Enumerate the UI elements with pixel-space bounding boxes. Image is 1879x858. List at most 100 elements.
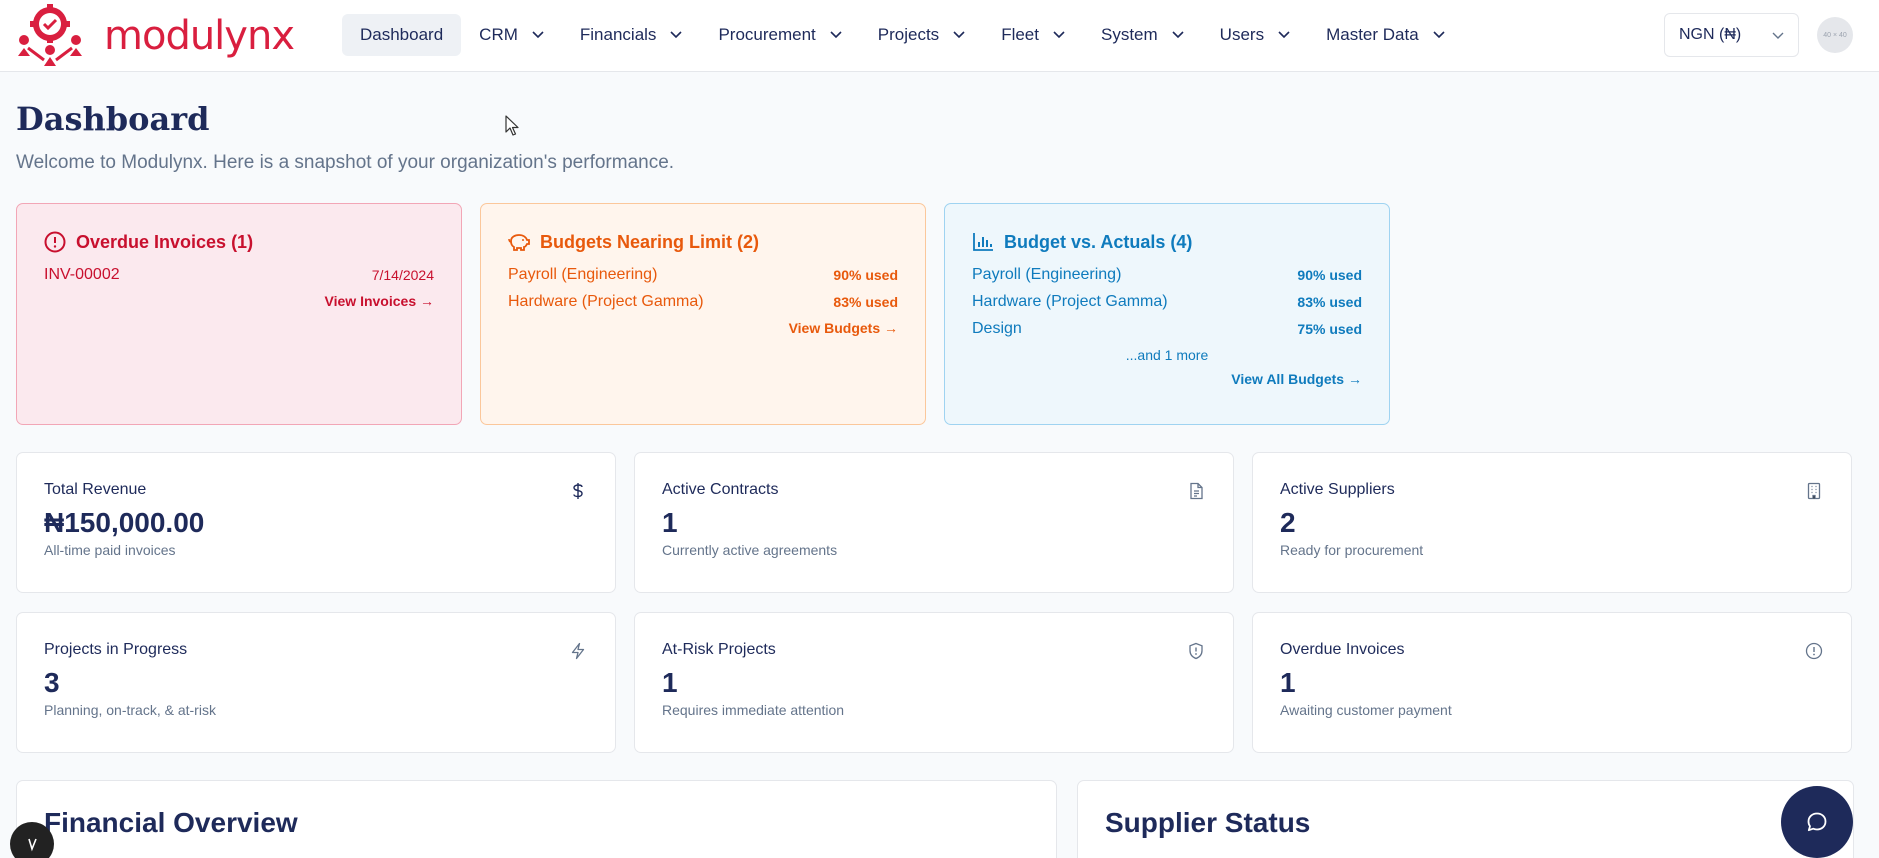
alert-title: Budgets Nearing Limit (2): [540, 231, 760, 252]
stat-title: Total Revenue: [44, 481, 147, 498]
alert-row[interactable]: Hardware (Project Gamma) 83% used: [972, 291, 1362, 312]
alert-circle-icon: [1805, 642, 1823, 660]
currency-select[interactable]: NGN (₦): [1664, 13, 1799, 57]
chevron-down-icon: [830, 31, 842, 39]
stat-value: 1: [662, 667, 678, 698]
budget-usage: 75% used: [1297, 320, 1362, 337]
alert-header: Overdue Invoices (1): [44, 230, 434, 254]
stat-note: All-time paid invoices: [44, 541, 176, 558]
nav-item-fleet[interactable]: Fleet: [983, 14, 1083, 56]
dollar-icon: [573, 483, 583, 499]
stat-value: 1: [1280, 667, 1296, 698]
mouse-cursor-icon: [505, 115, 519, 136]
nav-label: Dashboard: [360, 25, 444, 44]
view-invoices-link[interactable]: View Invoices →: [44, 293, 434, 309]
nav-label: Master Data: [1326, 25, 1419, 44]
panel-title: Financial Overview: [44, 807, 298, 838]
document-icon: [1190, 482, 1203, 500]
stat-note: Ready for procurement: [1280, 541, 1424, 558]
stat-card-overdue-invoices[interactable]: Overdue Invoices 1 Awaiting customer pay…: [1252, 612, 1852, 753]
stat-card-projects-in-progress[interactable]: Projects in Progress 3 Planning, on-trac…: [16, 612, 616, 753]
alert-row[interactable]: Design 75% used: [972, 318, 1362, 339]
budget-usage: 83% used: [833, 293, 898, 310]
budget-name: Design: [972, 319, 1022, 337]
chevron-down-icon: [1278, 31, 1290, 39]
page-subtitle: Welcome to Modulynx. Here is a snapshot …: [16, 152, 675, 173]
page-title: Dashboard: [16, 100, 210, 138]
chevron-down-icon: [532, 31, 544, 39]
chevron-down-icon: [1433, 31, 1445, 39]
chat-button[interactable]: [1781, 786, 1853, 858]
lightning-icon: [571, 642, 585, 660]
nav-label: Projects: [877, 25, 940, 44]
alert-circle-icon: [44, 231, 66, 253]
budget-usage: 90% used: [1297, 266, 1362, 283]
nav-item-users[interactable]: Users: [1202, 14, 1308, 56]
avatar-placeholder-text: 40 × 40: [1823, 31, 1847, 39]
stat-value: 3: [44, 667, 60, 698]
bar-chart-icon: [973, 233, 993, 251]
stat-card-active-suppliers[interactable]: Active Suppliers 2 Ready for procurement: [1252, 452, 1852, 593]
alert-title: Budget vs. Actuals (4): [1004, 231, 1193, 252]
budget-name: Hardware (Project Gamma): [972, 292, 1168, 310]
nav-item-financials[interactable]: Financials: [562, 14, 701, 56]
nav-item-system[interactable]: System: [1083, 14, 1202, 56]
nav-item-crm[interactable]: CRM: [461, 14, 562, 56]
stat-card-total-revenue[interactable]: Total Revenue ₦150,000.00 All-time paid …: [16, 452, 616, 593]
stat-title: Active Contracts: [662, 481, 779, 498]
stat-card-at-risk-projects[interactable]: At-Risk Projects 1 Requires immediate at…: [634, 612, 1234, 753]
stat-note: Awaiting customer payment: [1280, 701, 1452, 718]
view-budgets-link[interactable]: View Budgets →: [508, 320, 898, 336]
avatar[interactable]: 40 × 40: [1817, 17, 1853, 53]
top-navigation-bar: modulynx Dashboard CRM Financials Procur…: [0, 0, 1879, 72]
nav-label: System: [1100, 25, 1158, 44]
nav-item-procurement[interactable]: Procurement: [700, 14, 859, 56]
nav-label: Users: [1219, 25, 1265, 44]
budget-name: Payroll (Engineering): [972, 265, 1122, 283]
stat-value: 1: [662, 507, 678, 538]
stat-card-active-contracts[interactable]: Active Contracts 1 Currently active agre…: [634, 452, 1234, 593]
budget-name: Hardware (Project Gamma): [508, 292, 704, 310]
stat-value: ₦150,000.00: [44, 507, 205, 538]
slash-icon: [28, 838, 37, 852]
nav-item-master-data[interactable]: Master Data: [1308, 14, 1463, 56]
piggy-bank-icon: [508, 234, 530, 251]
nav-label: Procurement: [718, 25, 816, 44]
stat-note: Planning, on-track, & at-risk: [44, 701, 216, 718]
stat-title: Active Suppliers: [1280, 481, 1395, 498]
view-all-budgets-link[interactable]: View All Budgets →: [972, 371, 1362, 387]
stat-title: Overdue Invoices: [1280, 641, 1405, 658]
financial-overview-panel: Financial Overview: [16, 780, 1057, 858]
alert-row[interactable]: Payroll (Engineering) 90% used: [972, 264, 1362, 285]
alert-header: Budget vs. Actuals (4): [972, 230, 1362, 254]
alert-row[interactable]: INV-00002 7/14/2024: [44, 264, 434, 285]
nav-item-projects[interactable]: Projects: [860, 14, 983, 56]
chevron-down-icon: [1053, 31, 1065, 39]
supplier-status-panel: Supplier Status: [1077, 780, 1854, 858]
chevron-down-icon: [953, 31, 965, 39]
stat-title: Projects in Progress: [44, 641, 188, 658]
budgets-nearing-limit-alert: Budgets Nearing Limit (2) Payroll (Engin…: [480, 203, 926, 425]
nav-label: Fleet: [1001, 25, 1039, 44]
logo[interactable]: modulynx: [14, 4, 295, 68]
alert-row[interactable]: Payroll (Engineering) 90% used: [508, 264, 898, 285]
chevron-down-icon: [670, 31, 683, 39]
logo-icon: [18, 4, 82, 66]
brand-name: modulynx: [104, 13, 295, 59]
chevron-down-icon: [1772, 32, 1784, 39]
stat-note: Currently active agreements: [662, 541, 838, 558]
stat-value: 2: [1280, 507, 1296, 538]
nav-item-dashboard[interactable]: Dashboard: [342, 14, 462, 56]
more-budgets-note: ...and 1 more: [1125, 347, 1209, 363]
chevron-down-icon: [1172, 31, 1184, 39]
invoice-due-date: 7/14/2024: [371, 266, 434, 283]
stat-note: Requires immediate attention: [662, 701, 845, 718]
alert-row[interactable]: Hardware (Project Gamma) 83% used: [508, 291, 898, 312]
assistant-launcher-button[interactable]: [10, 822, 54, 858]
alert-header: Budgets Nearing Limit (2): [508, 230, 898, 254]
budget-usage: 83% used: [1297, 293, 1362, 310]
chat-bubble-icon: [1807, 812, 1827, 832]
shield-icon: [1189, 642, 1203, 660]
budget-name: Payroll (Engineering): [508, 265, 658, 283]
nav-label: Financials: [579, 25, 657, 44]
